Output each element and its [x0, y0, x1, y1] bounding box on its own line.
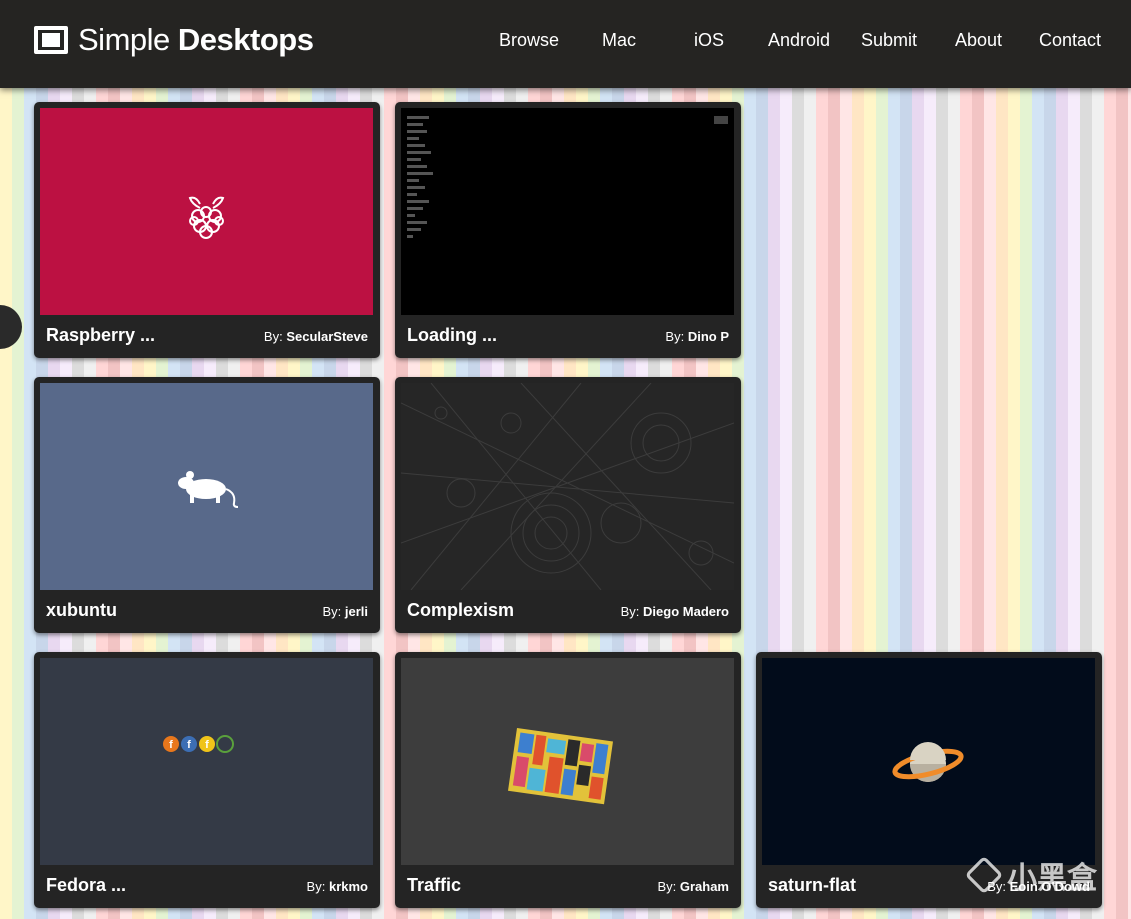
- wallpaper-card[interactable]: Complexism By: Diego Madero: [395, 377, 741, 633]
- scroll-side-button[interactable]: [0, 305, 22, 349]
- wallpaper-title[interactable]: Complexism: [407, 600, 514, 621]
- wallpaper-title[interactable]: Traffic: [407, 875, 461, 896]
- wallpaper-thumbnail[interactable]: [40, 108, 373, 315]
- wallpaper-card[interactable]: Traffic By: Graham: [395, 652, 741, 908]
- wallpaper-card[interactable]: f f f Fedora ... By: krkmo: [34, 652, 380, 908]
- watermark-logo-icon: [964, 855, 1004, 895]
- wallpaper-author[interactable]: By: krkmo: [307, 879, 368, 894]
- nav-ios[interactable]: iOS: [694, 30, 724, 51]
- nav-android[interactable]: Android: [768, 30, 830, 51]
- nav-about[interactable]: About: [955, 30, 1002, 51]
- wallpaper-card[interactable]: xubuntu By: jerli: [34, 377, 380, 633]
- wallpaper-author[interactable]: By: jerli: [322, 604, 368, 619]
- watermark: 小黑盒: [964, 853, 1097, 897]
- wallpaper-author[interactable]: By: SecularSteve: [264, 329, 368, 344]
- wallpaper-card[interactable]: Loading ... By: Dino P: [395, 102, 741, 358]
- nav-browse[interactable]: Browse: [499, 30, 559, 51]
- wallpaper-author[interactable]: By: Diego Madero: [621, 604, 729, 619]
- wallpaper-title[interactable]: Loading ...: [407, 325, 497, 346]
- terminal-badge: [714, 116, 728, 124]
- saturn-icon: [892, 742, 964, 782]
- nav-contact[interactable]: Contact: [1039, 30, 1101, 51]
- main-nav: Browse Mac iOS Android Submit About Cont…: [0, 30, 1131, 54]
- svg-text:f: f: [205, 739, 209, 751]
- wallpaper-author[interactable]: By: Graham: [657, 879, 729, 894]
- traffic-blocks-art: [508, 728, 613, 805]
- wallpaper-thumbnail[interactable]: f f f: [40, 658, 373, 865]
- wallpaper-thumbnail[interactable]: [401, 108, 734, 315]
- wallpaper-author[interactable]: By: Dino P: [665, 329, 729, 344]
- mouse-icon: [178, 471, 239, 508]
- wallpaper-thumbnail[interactable]: [762, 658, 1095, 865]
- fedora-logos-icon: f f f: [163, 735, 234, 753]
- svg-text:f: f: [169, 739, 173, 751]
- wallpaper-thumbnail[interactable]: [401, 658, 734, 865]
- nav-mac[interactable]: Mac: [602, 30, 636, 51]
- svg-text:f: f: [187, 739, 191, 751]
- wallpaper-title[interactable]: xubuntu: [46, 600, 117, 621]
- terminal-text-art: [407, 116, 437, 242]
- wallpaper-thumbnail[interactable]: [40, 383, 373, 590]
- wallpaper-title[interactable]: Fedora ...: [46, 875, 126, 896]
- wallpaper-thumbnail[interactable]: [401, 383, 734, 590]
- wallpaper-title[interactable]: Raspberry ...: [46, 325, 155, 346]
- wallpaper-card[interactable]: Raspberry ... By: SecularSteve: [34, 102, 380, 358]
- site-header: Simple Desktops Browse Mac iOS Android S…: [0, 0, 1131, 88]
- nav-submit[interactable]: Submit: [861, 30, 917, 51]
- wallpaper-title[interactable]: saturn-flat: [768, 875, 856, 896]
- raspberry-icon: [188, 196, 225, 239]
- particle-tracks-art: [401, 383, 734, 590]
